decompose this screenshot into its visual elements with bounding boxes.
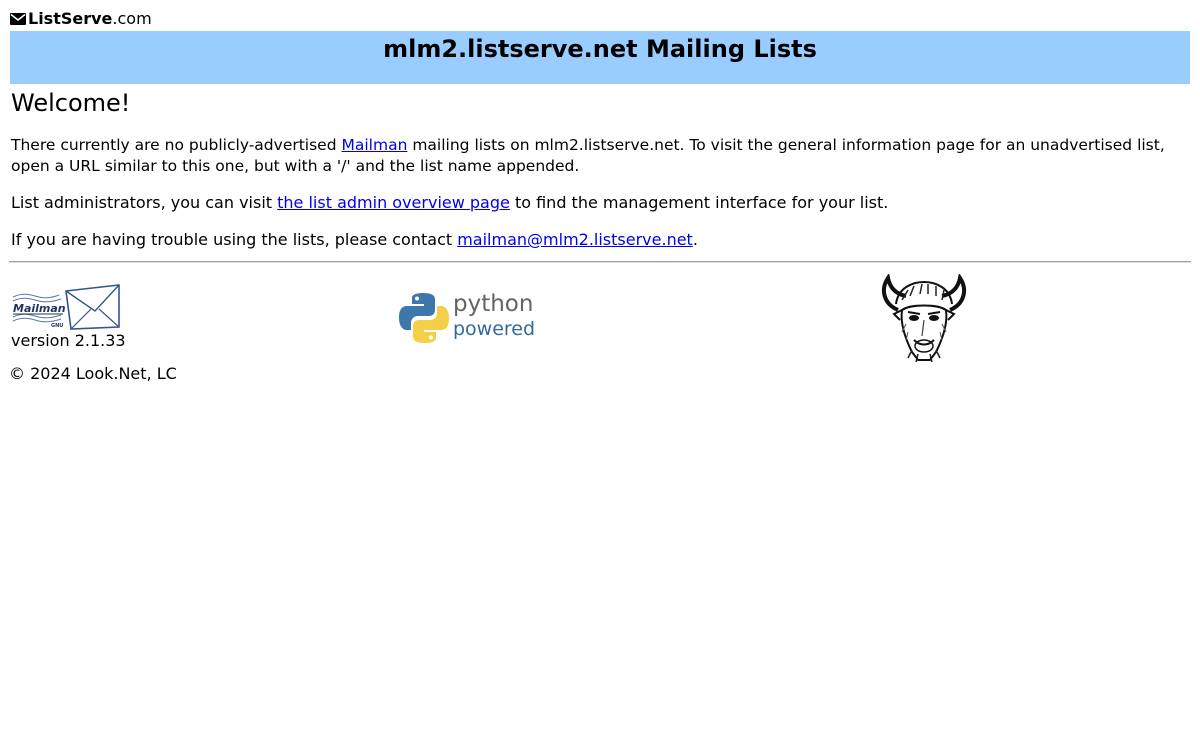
page-title: mlm2.listserve.net Mailing Lists — [383, 35, 817, 63]
brand-name: ListServe — [28, 9, 113, 28]
welcome-heading: Welcome! — [11, 89, 131, 117]
contact-text-after: . — [692, 230, 698, 249]
brand-domain: .com — [112, 9, 152, 28]
mailman-link[interactable]: Mailman — [342, 136, 408, 154]
intro-paragraph: There currently are no publicly-advertis… — [11, 135, 1189, 177]
contact-paragraph: If you are having trouble using the list… — [11, 229, 1189, 250]
python-powered-logo[interactable]: python powered — [398, 291, 536, 344]
divider — [9, 261, 1191, 263]
intro-text-before: There currently are no publicly-advertis… — [11, 136, 342, 154]
admin-overview-link[interactable]: the list admin overview page — [277, 193, 510, 212]
admin-text-before: List administrators, you can visit — [11, 193, 278, 212]
envelope-icon — [10, 13, 26, 25]
header-bar: mlm2.listserve.net Mailing Lists — [10, 31, 1190, 84]
copyright-text: © 2024 Look.Net, LC — [9, 364, 177, 383]
version-text: version 2.1.33 — [11, 331, 126, 350]
gnu-head-icon[interactable] — [878, 274, 970, 362]
page: ListServe .com mlm2.listserve.net Mailing… — [0, 0, 1200, 740]
python-logo-sub: powered — [453, 318, 536, 340]
python-logo-word: python — [453, 291, 534, 317]
mailman-logo-text: Mailman — [13, 302, 66, 315]
contact-text-before: If you are having trouble using the list… — [11, 230, 458, 249]
mailman-logo-icon[interactable]: Mailman GNU — [11, 283, 121, 331]
admin-paragraph: List administrators, you can visit the l… — [11, 192, 1189, 213]
contact-email-link[interactable]: mailman@mlm2.listserve.net — [457, 230, 693, 249]
admin-text-after: to find the management interface for you… — [509, 193, 889, 212]
python-logo-icon — [399, 293, 449, 343]
brand-logo[interactable]: ListServe .com — [10, 8, 152, 30]
mailman-logo-gnu-text: GNU — [51, 323, 63, 329]
